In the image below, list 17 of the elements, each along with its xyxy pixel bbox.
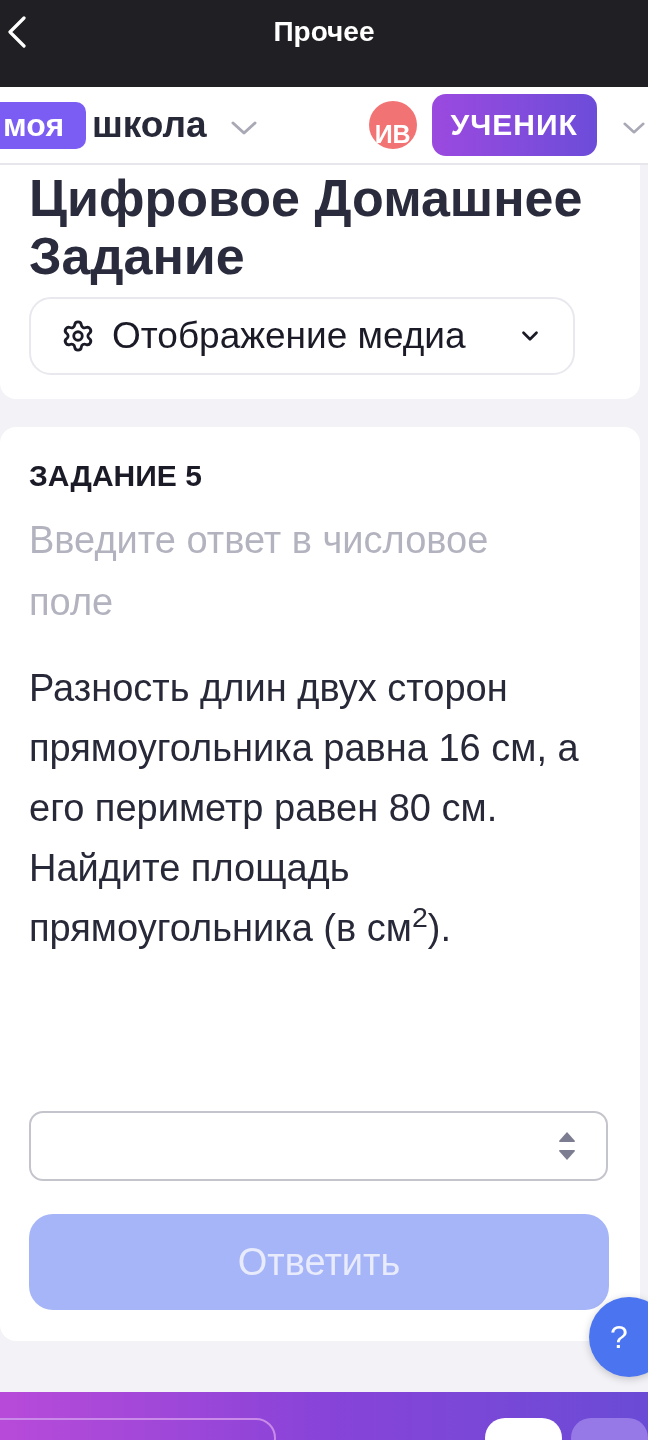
settings-icon (61, 319, 95, 353)
task-question: Разность длин двух сторон прямоугольника равна 16 см, а его периметр равен 80 см. Найдите площадь прямоугольника (в см$^{2}$). (29, 666, 580, 951)
back-icon[interactable] (7, 16, 27, 48)
spinner-icon[interactable] (558, 1130, 576, 1162)
chevron-down-icon[interactable] (622, 121, 645, 135)
task-instruction: Введите ответ в числовое поле (29, 518, 490, 625)
role-button[interactable]: УЧЕНИК (431, 94, 597, 156)
answer-field[interactable] (29, 1111, 608, 1181)
avatar[interactable]: ИВ (368, 101, 417, 149)
homework-title: Цифровое Домашнее Задание (29, 169, 584, 285)
logo-badge[interactable]: моя (0, 101, 86, 149)
logo-text[interactable]: школа (92, 104, 207, 146)
chevron-down-icon[interactable] (230, 121, 257, 135)
media-display-dropdown[interactable]: Отображение медиа (29, 297, 575, 375)
page-title: Прочее (272, 16, 376, 48)
help-button[interactable]: ? (589, 1297, 648, 1377)
task-heading: ЗАДАНИЕ 5 (29, 459, 203, 493)
